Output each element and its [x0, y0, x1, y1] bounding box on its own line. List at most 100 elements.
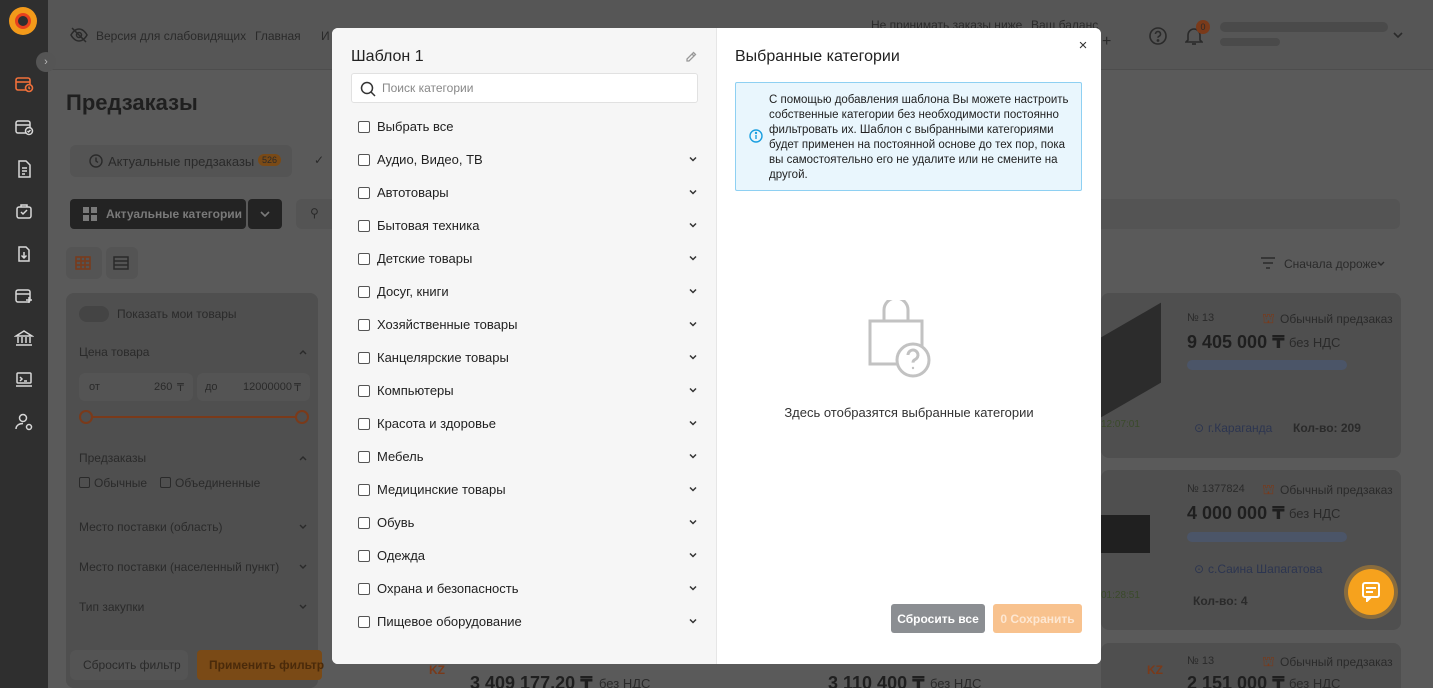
- price-collapse-icon[interactable]: [298, 348, 308, 356]
- bank-icon[interactable]: [13, 328, 35, 348]
- apply-filter-button[interactable]: Применить фильтр: [209, 658, 324, 672]
- chevron-down-icon[interactable]: [688, 154, 698, 164]
- category-checkbox[interactable]: [358, 153, 370, 166]
- chat-button[interactable]: [1348, 569, 1394, 615]
- eye-off-icon[interactable]: [70, 27, 88, 43]
- category-row[interactable]: Детские товары: [358, 242, 698, 275]
- chevron-down-icon[interactable]: [688, 253, 698, 263]
- category-row[interactable]: Обувь: [358, 506, 698, 539]
- categories-button[interactable]: Актуальные категории: [106, 207, 242, 221]
- category-row[interactable]: Пищевое оборудование: [358, 605, 698, 638]
- save-button[interactable]: 0 Сохранить: [993, 604, 1082, 633]
- price-slider-min-handle[interactable]: [79, 410, 93, 424]
- preorders-icon[interactable]: [14, 74, 34, 94]
- sort-label[interactable]: Сначала дороже: [1284, 257, 1377, 271]
- edit-pencil-icon[interactable]: [684, 50, 698, 64]
- accessibility-link[interactable]: Версия для слабовидящих: [96, 29, 246, 43]
- orders-check-icon[interactable]: [14, 117, 34, 137]
- delivery-city-filter[interactable]: Место поставки (населенный пункт): [79, 560, 279, 574]
- category-row[interactable]: Автотовары: [358, 176, 698, 209]
- category-checkbox[interactable]: [358, 516, 370, 529]
- category-row[interactable]: Канцелярские товары: [358, 341, 698, 374]
- terminal-icon[interactable]: [14, 370, 34, 390]
- chevron-down-icon[interactable]: [688, 616, 698, 626]
- category-checkbox[interactable]: [358, 384, 370, 397]
- chevron-down-icon[interactable]: [688, 451, 698, 461]
- nav-home[interactable]: Главная: [255, 29, 301, 43]
- category-checkbox[interactable]: [358, 483, 370, 496]
- user-settings-icon[interactable]: [14, 412, 34, 432]
- sort-chevron-icon[interactable]: [1376, 260, 1386, 268]
- check-tab-icon[interactable]: ✓: [314, 153, 324, 167]
- category-checkbox[interactable]: [358, 417, 370, 430]
- add-order-icon[interactable]: [14, 286, 34, 306]
- close-icon[interactable]: ×: [1076, 38, 1090, 53]
- nav-more[interactable]: И: [321, 29, 330, 43]
- help-icon[interactable]: [1148, 26, 1168, 46]
- chevron-down-icon[interactable]: [688, 352, 698, 362]
- price-slider-max-handle[interactable]: [295, 410, 309, 424]
- category-row[interactable]: Мебель: [358, 440, 698, 473]
- chevron-down-icon[interactable]: [688, 550, 698, 560]
- reset-filter-button[interactable]: Сбросить фильтр: [83, 658, 181, 672]
- chevron-down-icon[interactable]: [688, 418, 698, 428]
- category-row[interactable]: Аудио, Видео, ТВ: [358, 143, 698, 176]
- category-checkbox[interactable]: [358, 549, 370, 562]
- document-icon[interactable]: [14, 159, 34, 179]
- category-row[interactable]: Охрана и безопасность: [358, 572, 698, 605]
- chevron-down-icon[interactable]: [688, 517, 698, 527]
- preorders-collapse-icon[interactable]: [298, 454, 308, 462]
- chevron-down-icon[interactable]: [688, 484, 698, 494]
- list-view-icon[interactable]: [113, 256, 129, 270]
- category-checkbox[interactable]: [358, 285, 370, 298]
- category-checkbox[interactable]: [358, 450, 370, 463]
- category-row[interactable]: Компьютеры: [358, 374, 698, 407]
- chevron-down-icon[interactable]: [688, 319, 698, 329]
- category-row[interactable]: Бытовая техника: [358, 209, 698, 242]
- ordinary-checkbox[interactable]: [79, 477, 90, 488]
- chevron-down-icon[interactable]: [688, 220, 698, 230]
- doc-download-icon[interactable]: [14, 244, 34, 264]
- delivery-region-filter[interactable]: Место поставки (область): [79, 520, 222, 534]
- chevron-down-icon[interactable]: [688, 187, 698, 197]
- sidebar-expand-icon[interactable]: ›: [36, 52, 56, 72]
- profile-chevron-icon[interactable]: [1392, 30, 1404, 40]
- merged-checkbox[interactable]: [160, 477, 171, 488]
- category-row[interactable]: Медицинские товары: [358, 473, 698, 506]
- category-checkbox[interactable]: [358, 219, 370, 232]
- reset-all-button[interactable]: Сбросить все: [891, 604, 985, 633]
- tile-view-icon[interactable]: [75, 256, 91, 270]
- category-search[interactable]: [351, 73, 698, 103]
- bag-icon[interactable]: [14, 201, 34, 221]
- sort-icon[interactable]: [1260, 256, 1276, 270]
- select-all-checkbox[interactable]: [358, 120, 370, 133]
- category-row[interactable]: Красота и здоровье: [358, 407, 698, 440]
- chevron-down-icon[interactable]: [688, 286, 698, 296]
- chevron-down-icon[interactable]: [688, 583, 698, 593]
- category-checkbox[interactable]: [358, 318, 370, 331]
- category-checkbox[interactable]: [358, 582, 370, 595]
- category-row[interactable]: Досуг, книги: [358, 275, 698, 308]
- city-chevron-icon[interactable]: [298, 563, 308, 571]
- card-1-city[interactable]: г.Караганда: [1208, 421, 1272, 435]
- region-chevron-icon[interactable]: [298, 523, 308, 531]
- category-checkbox[interactable]: [358, 351, 370, 364]
- categories-dropdown-icon[interactable]: [259, 209, 271, 219]
- category-checkbox[interactable]: [358, 252, 370, 265]
- price-slider-track[interactable]: [86, 416, 302, 418]
- tab-actual-preorders[interactable]: Актуальные предзаказы: [108, 154, 254, 169]
- card-2-city[interactable]: с.Саина Шапагатова: [1208, 562, 1322, 576]
- logo-icon[interactable]: [9, 7, 37, 35]
- chevron-down-icon[interactable]: [688, 385, 698, 395]
- add-balance-icon[interactable]: +: [1102, 33, 1111, 51]
- purchase-chevron-icon[interactable]: [298, 603, 308, 611]
- purchase-type-filter[interactable]: Тип закупки: [79, 600, 144, 614]
- product-image-2[interactable]: [1101, 515, 1150, 553]
- category-search-input[interactable]: [382, 78, 682, 98]
- category-row[interactable]: Хозяйственные товары: [358, 308, 698, 341]
- category-checkbox[interactable]: [358, 615, 370, 628]
- select-all-row[interactable]: Выбрать все: [358, 110, 698, 143]
- category-row[interactable]: Одежда: [358, 539, 698, 572]
- category-checkbox[interactable]: [358, 186, 370, 199]
- show-my-goods-toggle[interactable]: [79, 306, 109, 322]
